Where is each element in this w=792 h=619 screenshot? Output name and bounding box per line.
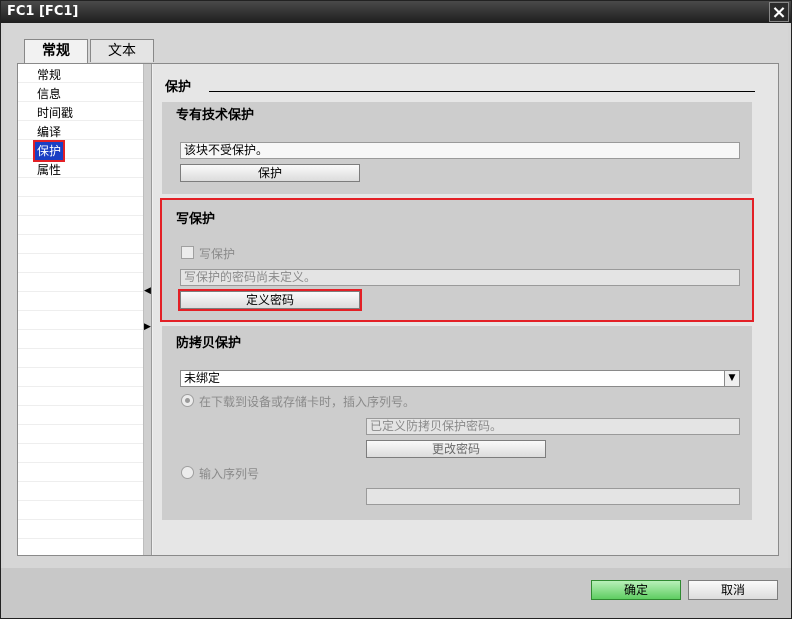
sidebar-nav: 常规 信息 时间戳 编译 保护 属性	[18, 64, 144, 555]
know-how-status-field: 该块不受保护。	[180, 142, 740, 159]
ok-button[interactable]: 确定	[591, 580, 681, 600]
insert-serial-label: 在下载到设备或存储卡时，插入序列号。	[199, 395, 416, 409]
page-title: 保护	[165, 80, 192, 95]
close-icon[interactable]: ×	[769, 2, 789, 23]
properties-dialog: FC1 [FC1] × 常规 文本 常规 信息 时间戳 编译 保护 属性 ◀ ▶…	[0, 0, 792, 619]
write-protect-status-field: 写保护的密码尚未定义。	[180, 269, 740, 286]
protect-button[interactable]: 保护	[180, 164, 360, 182]
title-bar[interactable]: FC1 [FC1] ×	[1, 1, 791, 23]
content-area: 常规 文本 常规 信息 时间戳 编译 保护 属性 ◀ ▶ 保护 专有技术保护 该…	[4, 23, 788, 568]
write-protect-checkbox-label: 写保护	[199, 247, 236, 261]
write-protect-section: 写保护 写保护 写保护的密码尚未定义。 定义密码	[160, 198, 754, 322]
tab-panel: 常规 信息 时间戳 编译 保护 属性 ◀ ▶ 保护 专有技术保护 该块不受保护。…	[17, 63, 779, 556]
serial-number-input[interactable]	[366, 488, 740, 505]
enter-serial-label: 输入序列号	[199, 467, 260, 481]
write-protect-checkbox[interactable]	[181, 246, 194, 259]
tab-text[interactable]: 文本	[90, 39, 154, 62]
chevron-down-icon[interactable]: ▼	[724, 371, 739, 386]
sidebar-item-info[interactable]: 信息	[35, 85, 63, 103]
binding-select-value: 未绑定	[184, 371, 221, 385]
collapse-left-icon[interactable]: ◀	[144, 286, 151, 296]
binding-select[interactable]: 未绑定 ▼	[180, 370, 740, 387]
window-title: FC1 [FC1]	[7, 4, 79, 19]
sidebar-item-protection[interactable]: 保护	[32, 140, 66, 162]
sidebar-item-timestamp[interactable]: 时间戳	[35, 104, 75, 122]
expand-right-icon[interactable]: ▶	[144, 322, 151, 332]
copy-protect-section: 防拷贝保护 未绑定 ▼ 在下载到设备或存储卡时，插入序列号。 已定义防拷贝保护密…	[162, 326, 752, 520]
cancel-button[interactable]: 取消	[688, 580, 778, 600]
copy-password-status-field: 已定义防拷贝保护密码。	[366, 418, 740, 435]
sidebar-item-attributes[interactable]: 属性	[35, 161, 63, 179]
change-password-button[interactable]: 更改密码	[366, 440, 546, 458]
protection-panel: 保护 专有技术保护 该块不受保护。 保护 写保护 写保护 写保护的密码尚未定义。…	[153, 64, 778, 555]
splitter[interactable]: ◀ ▶	[144, 64, 152, 555]
heading-divider	[209, 91, 755, 92]
write-protect-title: 写保护	[176, 212, 216, 227]
copy-protect-title: 防拷贝保护	[176, 336, 242, 351]
dialog-footer: 确定 取消	[1, 568, 791, 618]
define-password-button[interactable]: 定义密码	[178, 289, 362, 311]
enter-serial-radio[interactable]	[181, 466, 194, 479]
know-how-section: 专有技术保护 该块不受保护。 保护	[162, 102, 752, 194]
tab-general[interactable]: 常规	[24, 39, 88, 64]
know-how-title: 专有技术保护	[176, 108, 255, 123]
sidebar-item-compile[interactable]: 编译	[35, 123, 63, 141]
insert-serial-radio[interactable]	[181, 394, 194, 407]
sidebar-item-general[interactable]: 常规	[35, 66, 63, 84]
